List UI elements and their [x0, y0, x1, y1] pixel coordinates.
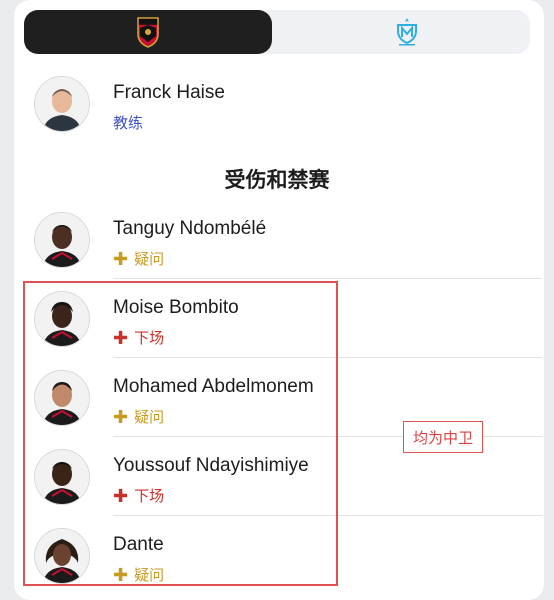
player-status: ✚ 疑问 — [113, 248, 164, 269]
coach-name: Franck Haise — [113, 82, 225, 103]
annotation-label: 均为中卫 — [403, 421, 483, 453]
player-avatar — [34, 212, 90, 268]
tab-nice[interactable] — [24, 10, 272, 54]
divider — [113, 278, 542, 279]
player-name: Tanguy Ndombélé — [113, 218, 267, 239]
nice-crest-icon — [137, 17, 159, 48]
coach-role: 教练 — [113, 115, 144, 132]
doubt-cross-icon: ✚ — [113, 248, 129, 269]
tab-marseille[interactable] — [284, 10, 530, 54]
player-status-label: 疑问 — [134, 251, 165, 268]
coach-avatar — [34, 76, 90, 132]
team-tabs — [24, 10, 530, 54]
highlight-box — [23, 281, 338, 586]
om-crest-icon — [397, 18, 417, 46]
section-title: 受伤和禁赛 — [224, 169, 330, 192]
